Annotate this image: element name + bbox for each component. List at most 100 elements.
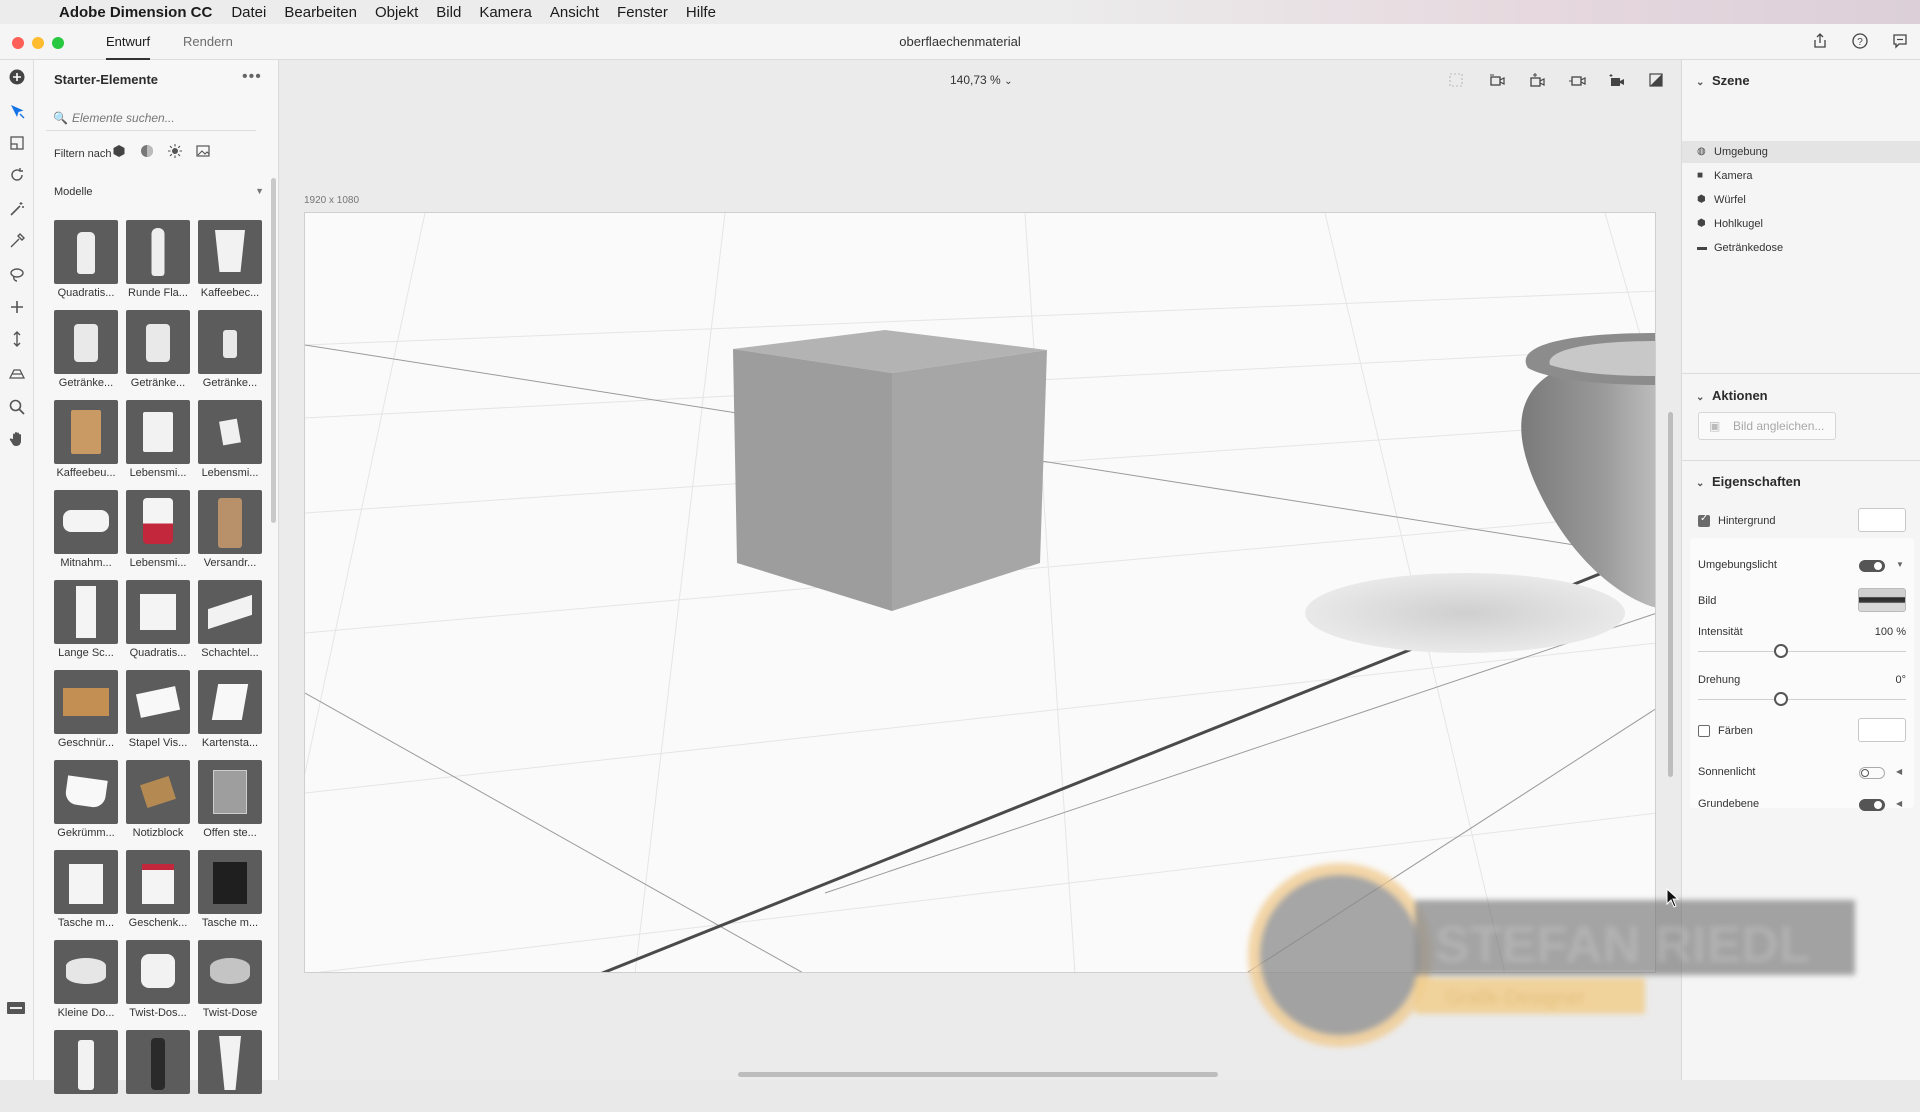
model-tile[interactable]: Notizblock [126,760,190,842]
model-tile[interactable]: Schachtel... [198,580,262,662]
model-tile[interactable]: Geschnür... [54,670,118,752]
menu-fenster[interactable]: Fenster [608,4,677,21]
model-tile[interactable]: Versandr... [198,490,262,572]
model-tile[interactable]: Kartensta... [198,670,262,752]
model-tile[interactable]: Getränke... [126,310,190,392]
viewport-horizontal-scrollbar[interactable] [738,1072,1218,1077]
model-tile[interactable] [198,1030,262,1112]
panel-title-dropdown[interactable]: Starter-Elemente [54,72,158,87]
library-icon[interactable] [6,1000,26,1019]
panel-scrollbar[interactable] [271,178,276,523]
zoom-dropdown[interactable]: 140,73 % ⌄ [950,73,1012,87]
scene-item-wuerfel[interactable]: ⬢ Würfel [1682,189,1920,211]
eyedropper-icon[interactable] [6,232,28,254]
filter-images-icon[interactable] [194,144,212,162]
env-light-toggle[interactable] [1859,560,1885,572]
caret-left-icon[interactable]: ◀ [1896,767,1902,776]
tab-entwurf[interactable]: Entwurf [106,24,151,60]
scene-item-getraenkedose[interactable]: ▬ Getränkedose [1682,237,1920,259]
model-tile[interactable]: Gekrümm... [54,760,118,842]
rotation-slider[interactable] [1698,692,1906,706]
model-tile[interactable]: Lebensmi... [198,400,262,482]
help-icon[interactable]: ? [1850,32,1870,52]
model-tile[interactable]: Runde Fla... [126,220,190,302]
model-tile[interactable]: Mitnahm... [54,490,118,572]
search-input[interactable]: 🔍 Elemente suchen... [46,105,256,131]
scene-item-hohlkugel[interactable]: ⬢ Hohlkugel [1682,213,1920,235]
render-preview-icon[interactable] [1648,72,1664,93]
menu-objekt[interactable]: Objekt [366,4,427,21]
magic-wand-icon[interactable] [6,200,28,222]
environment-image-thumbnail[interactable] [1858,588,1906,612]
sunlight-toggle[interactable] [1859,767,1885,779]
colorize-checkbox[interactable] [1698,725,1710,737]
match-image-button[interactable]: ▣ Bild angleichen... [1698,412,1836,440]
move-icon[interactable] [6,134,28,156]
more-options-icon[interactable]: ••• [242,68,262,86]
hand-icon[interactable] [6,430,28,452]
menu-kamera[interactable]: Kamera [470,4,541,21]
model-tile[interactable]: Tasche m... [54,850,118,932]
frame-icon[interactable] [1448,72,1464,93]
tab-rendern[interactable]: Rendern [183,24,233,60]
model-tile[interactable]: Quadratis... [54,220,118,302]
model-tile[interactable] [126,1030,190,1112]
horizon-icon[interactable] [6,364,28,386]
scene-item-kamera[interactable]: ■ Kamera [1682,165,1920,187]
groundplane-toggle[interactable] [1859,799,1885,811]
camera-orbit-icon[interactable] [1488,72,1506,95]
background-color-swatch[interactable] [1858,508,1906,532]
minimize-window-button[interactable] [32,37,44,49]
model-tile[interactable]: Kleine Do... [54,940,118,1022]
model-tile[interactable]: Stapel Vis... [126,670,190,752]
scene-section-header[interactable]: ⌄ Szene [1696,73,1750,88]
menu-bearbeiten[interactable]: Bearbeiten [275,4,366,21]
model-tile[interactable]: Lange Sc... [54,580,118,662]
filter-materials-icon[interactable] [138,144,156,162]
menu-bild[interactable]: Bild [427,4,470,21]
viewport-vertical-scrollbar[interactable] [1668,412,1673,777]
model-tile[interactable]: Twist-Dos... [126,940,190,1022]
lasso-icon[interactable] [6,266,28,288]
camera-pan-icon[interactable] [1528,72,1546,95]
intensity-slider[interactable] [1698,644,1906,658]
dolly-icon[interactable] [6,330,28,352]
model-tile[interactable]: Geschenk... [126,850,190,932]
properties-section-header[interactable]: ⌄ Eigenschaften [1696,474,1801,489]
model-tile[interactable]: Offen ste... [198,760,262,842]
menu-ansicht[interactable]: Ansicht [541,4,608,21]
model-tile[interactable]: Kaffeebeu... [54,400,118,482]
plus-icon[interactable] [6,298,28,320]
feedback-icon[interactable] [1890,32,1910,52]
model-tile[interactable]: Tasche m... [198,850,262,932]
colorize-color-swatch[interactable] [1858,718,1906,742]
model-tile[interactable]: Getränke... [198,310,262,392]
caret-left-icon[interactable]: ◀ [1896,799,1902,808]
model-tile[interactable]: Twist-Dose [198,940,262,1022]
select-icon[interactable] [6,102,28,124]
close-window-button[interactable] [12,37,24,49]
zoom-icon[interactable] [6,398,28,420]
filter-models-icon[interactable] [110,144,128,162]
scene-item-umgebung[interactable]: ◍ Umgebung [1682,141,1920,163]
model-tile[interactable] [54,1030,118,1112]
model-tile[interactable]: Lebensmi... [126,490,190,572]
model-tile[interactable]: Lebensmi... [126,400,190,482]
filter-lights-icon[interactable] [166,144,184,162]
model-tile[interactable]: Quadratis... [126,580,190,662]
add-icon[interactable] [6,68,28,90]
menu-hilfe[interactable]: Hilfe [677,4,725,21]
menu-datei[interactable]: Datei [222,4,275,21]
model-tile[interactable]: Kaffeebec... [198,220,262,302]
rotate-icon[interactable] [6,166,28,188]
3d-canvas[interactable] [304,212,1656,973]
actions-section-header[interactable]: ⌄ Aktionen [1696,388,1768,403]
model-tile[interactable]: Getränke... [54,310,118,392]
models-section-header[interactable]: Modelle ▼ [54,186,264,198]
zoom-window-button[interactable] [52,37,64,49]
camera-bookmark-icon[interactable] [1608,72,1626,95]
app-menu[interactable]: Adobe Dimension CC [50,4,222,21]
share-icon[interactable] [1810,32,1830,52]
caret-down-icon[interactable]: ▼ [1896,560,1904,569]
background-checkbox[interactable] [1698,513,1710,527]
